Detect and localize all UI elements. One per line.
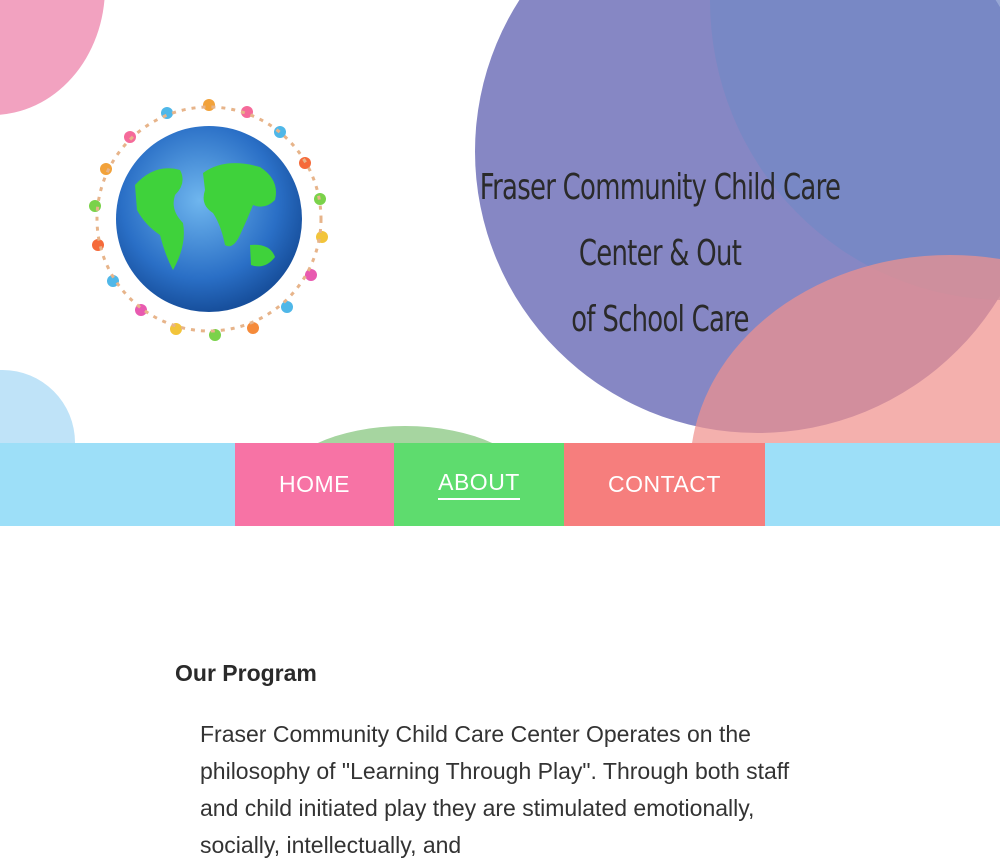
decorative-circle-green (280, 426, 530, 443)
site-title-line2: of School Care (571, 299, 749, 340)
nav-item-home[interactable]: HOME (235, 443, 394, 526)
main-nav: HOME ABOUT CONTACT (0, 443, 1000, 526)
decorative-circle-lightblue (0, 370, 75, 443)
nav-item-about-label: ABOUT (438, 469, 520, 500)
globe-children-icon[interactable] (75, 85, 343, 353)
nav-item-about[interactable]: ABOUT (394, 443, 564, 526)
site-title: Fraser Community Child Care Center & Out… (444, 155, 876, 353)
header: Fraser Community Child Care Center & Out… (0, 0, 1000, 443)
nav-item-contact-label: CONTACT (608, 471, 721, 497)
section-body: Fraser Community Child Care Center Opera… (200, 721, 790, 858)
nav-item-contact[interactable]: CONTACT (564, 443, 765, 526)
site-title-line1: Fraser Community Child Care Center & Out (479, 167, 841, 274)
nav-item-home-label: HOME (279, 471, 350, 497)
section-title: Our Program (175, 660, 317, 686)
